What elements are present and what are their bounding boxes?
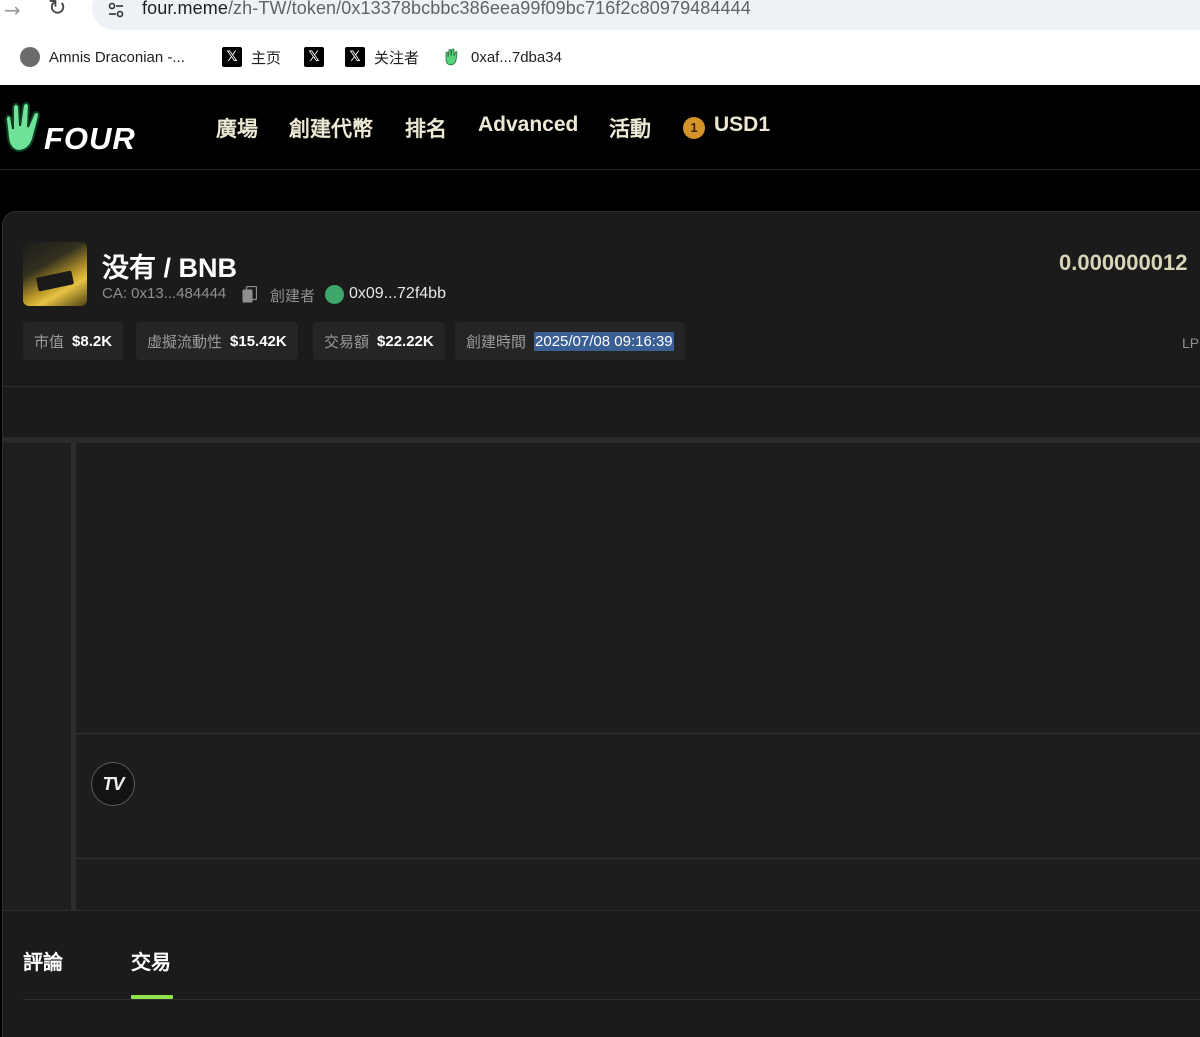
nav-advanced[interactable]: Advanced <box>478 113 578 137</box>
bookmark-x-followers[interactable]: 𝕏 关注者 <box>345 42 419 72</box>
stat-market-cap: 市值 $8.2K <box>23 322 124 360</box>
token-avatar <box>23 242 87 306</box>
reload-icon[interactable]: ↻ <box>48 0 66 21</box>
x-icon: 𝕏 <box>304 47 324 67</box>
bookmark-wallet[interactable]: 0xaf...7dba34 <box>442 42 562 72</box>
x-icon: 𝕏 <box>222 47 242 67</box>
chart-axis-divider <box>76 858 1200 859</box>
creator-address[interactable]: 0x09...72f4bb <box>349 285 446 303</box>
bookmark-amnis[interactable]: Amnis Draconian -... <box>20 42 185 72</box>
hand-icon <box>442 47 462 67</box>
divider <box>3 386 1200 387</box>
stat-label: 虛擬流動性 <box>147 333 223 351</box>
nav-ranking[interactable]: 排名 <box>405 113 447 143</box>
creator-avatar-icon <box>325 285 344 304</box>
bookmark-label: 主页 <box>251 49 282 67</box>
stat-created-time: 創建時間 2025/07/08 09:16:39 <box>455 322 685 360</box>
bookmarks-bar: Amnis Draconian -... 𝕏 主页 𝕏 𝕏 关注者 0xaf..… <box>0 42 1200 72</box>
bookmark-label: 关注者 <box>374 49 420 67</box>
divider <box>3 910 1200 911</box>
url-text[interactable]: four.meme/zh-TW/token/0x13378bcbbc386eea… <box>142 0 751 19</box>
nav-usd1[interactable]: USD1 <box>714 113 770 137</box>
stat-value: $22.22K <box>377 332 434 350</box>
chart-pane-divider[interactable] <box>76 733 1200 734</box>
stat-virtual-liquidity: 虛擬流動性 $15.42K <box>136 322 298 360</box>
browser-chrome: → ↻ four.meme/zh-TW/token/0x13378bcbbc38… <box>0 0 1200 85</box>
bookmark-x[interactable]: 𝕏 <box>304 42 333 72</box>
tab-trades[interactable]: 交易 <box>131 946 171 975</box>
copy-icon[interactable] <box>242 286 257 303</box>
bookmark-x-home[interactable]: 𝕏 主页 <box>222 42 281 72</box>
stat-value: $8.2K <box>72 332 113 350</box>
nav-plaza[interactable]: 廣場 <box>216 113 258 143</box>
bookmark-label: 0xaf...7dba34 <box>471 48 562 66</box>
bookmark-label: Amnis Draconian -... <box>49 48 185 66</box>
stat-value: $15.42K <box>230 332 287 350</box>
price-chart[interactable] <box>76 443 1200 911</box>
token-price: 0.000000012 <box>1059 250 1188 275</box>
url-host: four.meme <box>142 0 228 18</box>
pair-title: 没有 / BNB <box>102 253 237 283</box>
x-icon: 𝕏 <box>345 47 365 67</box>
usd1-coin-icon: 1 <box>683 117 705 139</box>
stat-value-selected: 2025/07/08 09:16:39 <box>534 331 674 351</box>
url-row: → ↻ four.meme/zh-TW/token/0x13378bcbbc38… <box>0 0 1200 30</box>
contract-address: CA: 0x13...484444 <box>102 285 227 302</box>
nav-create-token[interactable]: 創建代幣 <box>289 113 373 143</box>
tradingview-logo-icon[interactable]: TV <box>91 762 135 806</box>
logo-text: FOUR <box>44 121 136 156</box>
chart-toolbar[interactable] <box>3 443 71 911</box>
stat-label: 市值 <box>34 333 65 351</box>
stat-label: 交易額 <box>324 333 370 351</box>
back-arrow-icon[interactable]: → <box>4 0 21 22</box>
site-settings-icon[interactable] <box>106 0 126 20</box>
lp-label: LP <box>1182 335 1200 351</box>
url-path: /zh-TW/token/0x13378bcbbc386eea99f09bc71… <box>227 0 751 18</box>
globe-icon <box>20 47 40 67</box>
tabs-divider <box>23 999 1200 1000</box>
tab-comments[interactable]: 評論 <box>23 946 63 975</box>
app-header: FOUR 廣場 創建代幣 排名 Advanced 活動 1 USD1 <box>0 85 1200 170</box>
creator-label: 創建者 <box>270 288 316 305</box>
nav-events[interactable]: 活動 <box>609 113 651 143</box>
stat-volume: 交易額 $22.22K <box>313 322 445 360</box>
four-logo[interactable]: FOUR <box>0 99 170 156</box>
stat-label: 創建時間 <box>466 333 527 351</box>
